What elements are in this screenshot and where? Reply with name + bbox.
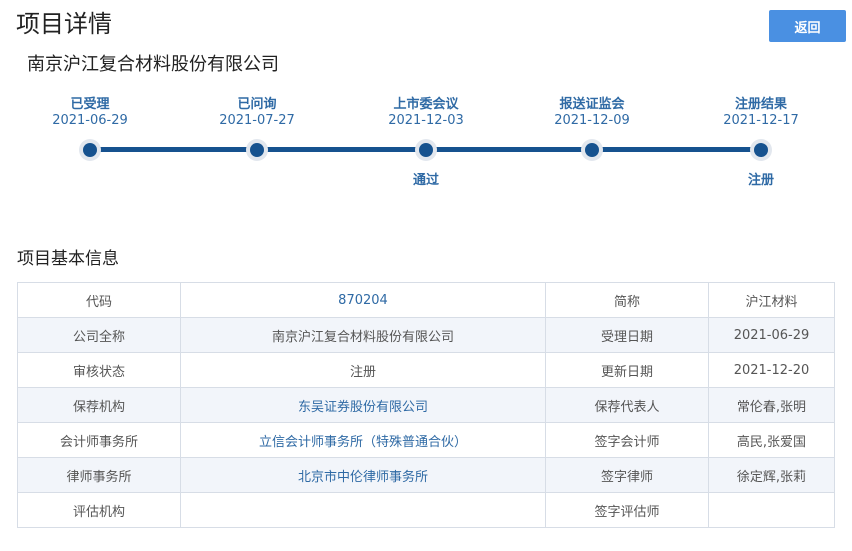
timeline-dot-icon xyxy=(415,139,437,161)
table-row: 律师事务所 北京市中伦律师事务所 签字律师 徐定辉,张莉 xyxy=(17,457,835,493)
field-value: 2021-06-29 xyxy=(708,317,835,353)
field-value: 南京沪江复合材料股份有限公司 xyxy=(180,317,546,353)
field-value: 徐定辉,张莉 xyxy=(708,457,835,493)
field-label: 签字评估师 xyxy=(545,492,709,528)
law-firm-link[interactable]: 北京市中伦律师事务所 xyxy=(180,457,546,493)
timeline-dot-icon xyxy=(750,139,772,161)
timeline-step-label: 已问询 xyxy=(237,97,277,112)
timeline-dot-icon xyxy=(79,139,101,161)
table-row: 会计师事务所 立信会计师事务所（特殊普通合伙） 签字会计师 高民,张爱国 xyxy=(17,422,835,458)
timeline-step-date: 2021-12-09 xyxy=(554,113,630,128)
timeline-step-date: 2021-12-03 xyxy=(388,113,464,128)
sponsor-link[interactable]: 东吴证券股份有限公司 xyxy=(180,387,546,423)
table-row: 保荐机构 东吴证券股份有限公司 保荐代表人 常伦春,张明 xyxy=(17,387,835,423)
basic-info-table: 代码 870204 简称 沪江材料 公司全称 南京沪江复合材料股份有限公司 受理… xyxy=(17,282,835,528)
timeline-step-date: 2021-07-27 xyxy=(219,113,295,128)
field-label: 律师事务所 xyxy=(17,457,181,493)
field-label: 更新日期 xyxy=(545,352,709,388)
field-label: 保荐代表人 xyxy=(545,387,709,423)
timeline-step-label: 已受理 xyxy=(70,97,110,112)
field-label: 审核状态 xyxy=(17,352,181,388)
accounting-firm-link[interactable]: 立信会计师事务所（特殊普通合伙） xyxy=(180,422,546,458)
field-label: 保荐机构 xyxy=(17,387,181,423)
field-label: 签字律师 xyxy=(545,457,709,493)
field-label: 代码 xyxy=(17,282,181,318)
section-title-basic-info: 项目基本信息 xyxy=(17,249,119,269)
timeline-dot-icon xyxy=(581,139,603,161)
field-label: 公司全称 xyxy=(17,317,181,353)
field-value: 常伦春,张明 xyxy=(708,387,835,423)
field-value xyxy=(180,492,546,528)
field-value xyxy=(708,492,835,528)
field-label: 会计师事务所 xyxy=(17,422,181,458)
progress-timeline: 已受理 2021-06-29 已问询 2021-07-27 上市委会议 2021… xyxy=(0,0,852,200)
timeline-step-result: 通过 xyxy=(412,173,439,188)
field-value: 高民,张爱国 xyxy=(708,422,835,458)
field-value: 2021-12-20 xyxy=(708,352,835,388)
field-label: 评估机构 xyxy=(17,492,181,528)
timeline-step-result: 注册 xyxy=(747,173,774,188)
timeline-step-date: 2021-12-17 xyxy=(723,113,799,128)
stock-code-link[interactable]: 870204 xyxy=(180,282,546,318)
field-label: 受理日期 xyxy=(545,317,709,353)
timeline-step-date: 2021-06-29 xyxy=(52,113,128,128)
table-row: 评估机构 签字评估师 xyxy=(17,492,835,528)
timeline-step-label: 上市委会议 xyxy=(393,97,459,112)
timeline-dot-icon xyxy=(246,139,268,161)
field-label: 简称 xyxy=(545,282,709,318)
field-label: 签字会计师 xyxy=(545,422,709,458)
field-value: 沪江材料 xyxy=(708,282,835,318)
table-row: 审核状态 注册 更新日期 2021-12-20 xyxy=(17,352,835,388)
timeline-step-label: 注册结果 xyxy=(734,97,787,112)
field-value: 注册 xyxy=(180,352,546,388)
table-row: 公司全称 南京沪江复合材料股份有限公司 受理日期 2021-06-29 xyxy=(17,317,835,353)
table-row: 代码 870204 简称 沪江材料 xyxy=(17,282,835,318)
timeline-step-label: 报送证监会 xyxy=(559,97,625,112)
